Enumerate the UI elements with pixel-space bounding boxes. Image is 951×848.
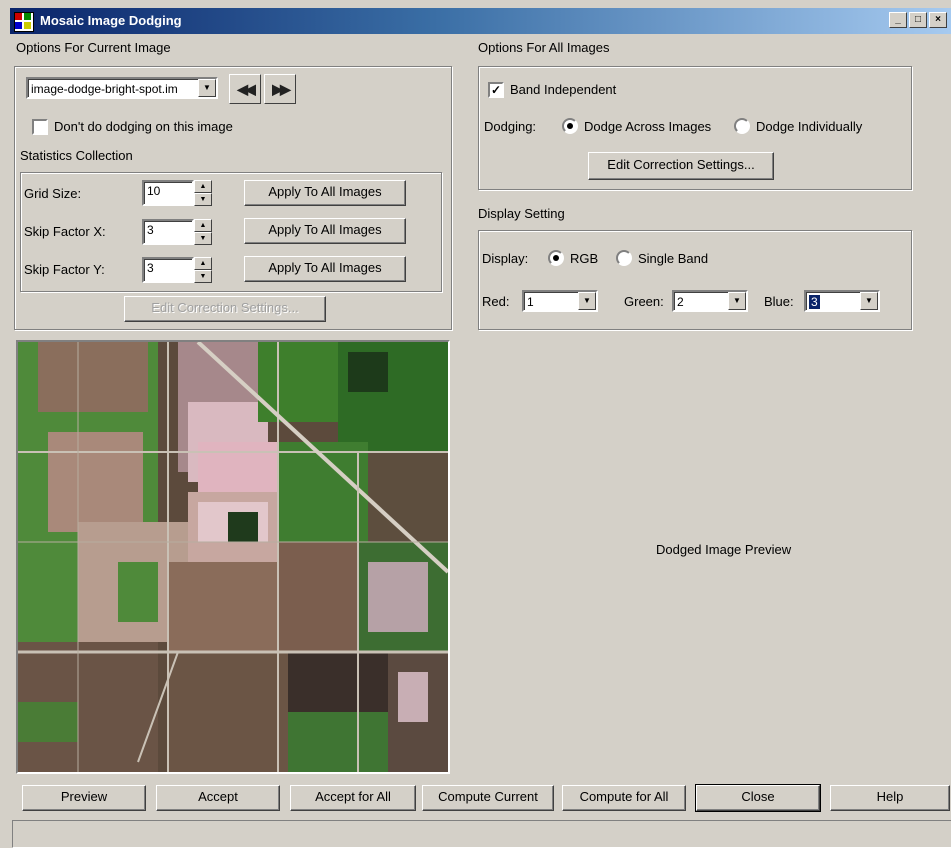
spin-down-icon[interactable]: ▼ <box>194 232 212 245</box>
green-band-value: 2 <box>677 295 684 309</box>
status-bar <box>12 820 951 848</box>
compute-current-button[interactable]: Compute Current <box>422 785 554 811</box>
dont-dodge-checkbox[interactable] <box>32 119 48 135</box>
satellite-image <box>18 342 448 772</box>
red-band-value: 1 <box>527 295 534 309</box>
display-setting-group <box>478 230 912 330</box>
display-setting-title: Display Setting <box>478 206 565 221</box>
skip-factor-x-spinner[interactable]: ▲ ▼ <box>194 219 212 245</box>
apply-all-grid-button[interactable]: Apply To All Images <box>244 180 406 206</box>
blue-label: Blue: <box>764 294 794 309</box>
accept-for-all-button[interactable]: Accept for All <box>290 785 416 811</box>
help-button[interactable]: Help <box>830 785 950 811</box>
skip-factor-x-field[interactable]: 3 <box>142 219 194 245</box>
spin-up-icon[interactable]: ▲ <box>194 257 212 270</box>
dodged-preview-label: Dodged Image Preview <box>656 542 792 557</box>
red-band-select[interactable]: 1 ▼ <box>522 290 598 312</box>
all-options-title: Options For All Images <box>478 40 610 55</box>
spin-up-icon[interactable]: ▲ <box>194 219 212 232</box>
spin-up-icon[interactable]: ▲ <box>194 180 212 193</box>
edit-correction-current-button[interactable]: Edit Correction Settings... <box>124 296 326 322</box>
next-image-icon[interactable]: ▶▶ <box>264 74 296 104</box>
green-band-select[interactable]: 2 ▼ <box>672 290 748 312</box>
maximize-button[interactable]: □ <box>909 12 927 28</box>
dodge-across-radio[interactable] <box>562 118 578 134</box>
current-options-title: Options For Current Image <box>16 40 171 55</box>
dodging-label: Dodging: <box>484 119 537 134</box>
app-icon <box>14 12 34 32</box>
image-select-value: image-dodge-bright-spot.im <box>31 82 178 96</box>
apply-all-skipy-button[interactable]: Apply To All Images <box>244 256 406 282</box>
image-select[interactable]: image-dodge-bright-spot.im ▼ <box>26 77 218 99</box>
accept-button[interactable]: Accept <box>156 785 280 811</box>
source-image-viewer[interactable] <box>16 340 450 774</box>
grid-size-spinner[interactable]: ▲ ▼ <box>194 180 212 206</box>
dont-dodge-label: Don't do dodging on this image <box>54 119 233 134</box>
rgb-label: RGB <box>570 251 599 266</box>
skip-factor-y-label: Skip Factor Y: <box>24 262 105 277</box>
minimize-button[interactable]: _ <box>889 12 907 28</box>
edit-correction-all-button[interactable]: Edit Correction Settings... <box>588 152 774 180</box>
statistics-collection-title: Statistics Collection <box>20 148 133 163</box>
chevron-down-icon[interactable]: ▼ <box>198 79 216 97</box>
dodge-individually-label: Dodge Individually <box>756 119 863 134</box>
window-title: Mosaic Image Dodging <box>40 13 182 28</box>
preview-button[interactable]: Preview <box>22 785 146 811</box>
chevron-down-icon[interactable]: ▼ <box>860 292 878 310</box>
red-label: Red: <box>482 294 510 309</box>
previous-image-icon[interactable]: ◀◀ <box>229 74 261 104</box>
grid-size-label: Grid Size: <box>24 186 82 201</box>
close-window-button[interactable]: × <box>929 12 947 28</box>
spin-down-icon[interactable]: ▼ <box>194 270 212 283</box>
dodge-across-label: Dodge Across Images <box>584 119 712 134</box>
grid-size-field[interactable]: 10 <box>142 180 194 206</box>
dodge-individually-radio[interactable] <box>734 118 750 134</box>
skip-factor-x-label: Skip Factor X: <box>24 224 106 239</box>
compute-for-all-button[interactable]: Compute for All <box>562 785 686 811</box>
band-independent-checkbox[interactable]: ✓ <box>488 82 504 98</box>
rgb-radio[interactable] <box>548 250 564 266</box>
chevron-down-icon[interactable]: ▼ <box>578 292 596 310</box>
blue-band-value: 3 <box>809 295 820 309</box>
skip-factor-y-spinner[interactable]: ▲ ▼ <box>194 257 212 283</box>
display-label: Display: <box>482 251 529 266</box>
spin-down-icon[interactable]: ▼ <box>194 193 212 206</box>
title-bar: Mosaic Image Dodging _ □ × <box>10 8 951 34</box>
apply-all-skipx-button[interactable]: Apply To All Images <box>244 218 406 244</box>
blue-band-select[interactable]: 3 ▼ <box>804 290 880 312</box>
single-band-radio[interactable] <box>616 250 632 266</box>
green-label: Green: <box>624 294 664 309</box>
close-button[interactable]: Close <box>695 784 821 812</box>
skip-factor-y-field[interactable]: 3 <box>142 257 194 283</box>
single-band-label: Single Band <box>638 251 709 266</box>
band-independent-label: Band Independent <box>510 82 617 97</box>
chevron-down-icon[interactable]: ▼ <box>728 292 746 310</box>
